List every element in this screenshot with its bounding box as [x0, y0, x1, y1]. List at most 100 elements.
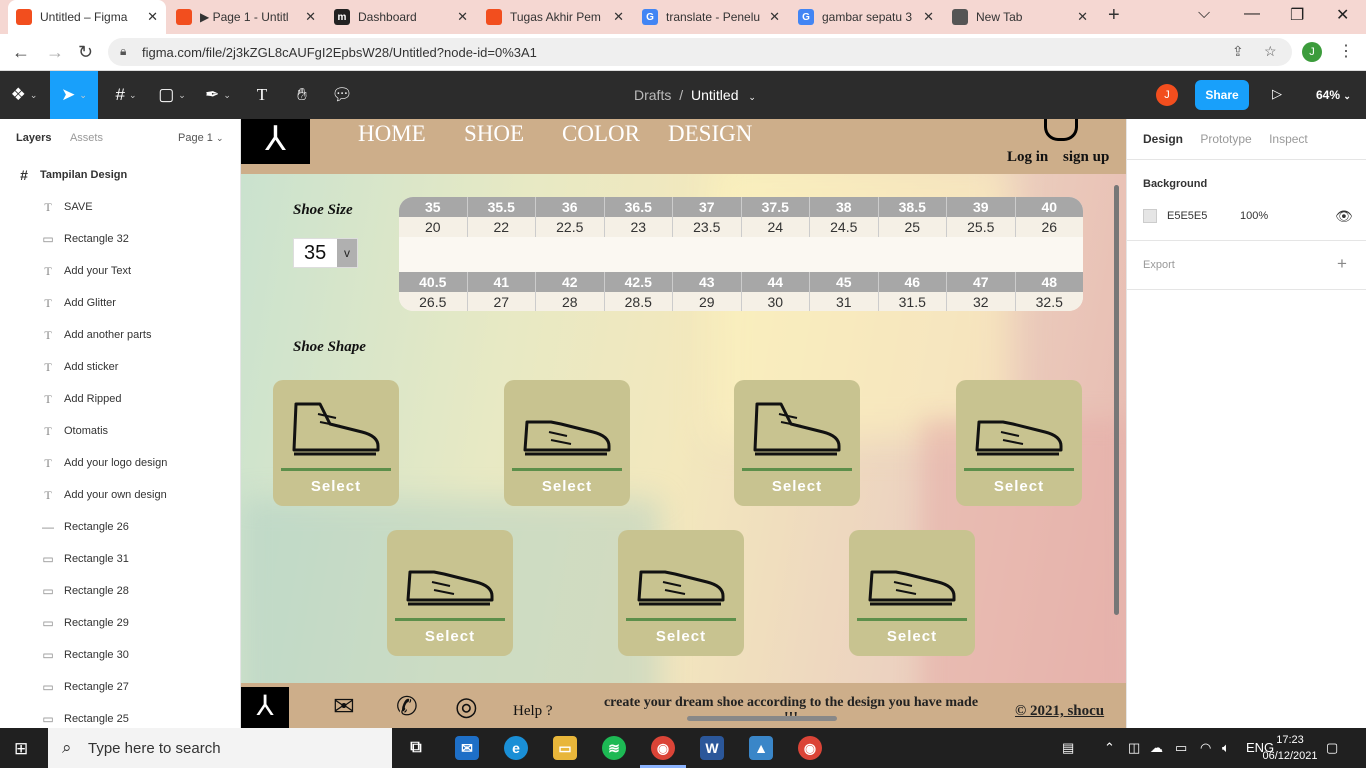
- select-button[interactable]: Select: [273, 478, 399, 495]
- shoe-shape-card[interactable]: Select: [273, 380, 399, 506]
- url-bar[interactable]: 🔒︎ figma.com/file/2j3kZGL8cAUFgI2EpbsW28…: [108, 38, 1292, 66]
- close-icon[interactable]: ✕: [613, 9, 624, 25]
- close-icon[interactable]: ✕: [305, 9, 316, 25]
- taskbar-search[interactable]: ⌕ Type here to search: [48, 728, 392, 768]
- browser-tab[interactable]: New Tab ✕: [944, 0, 1096, 34]
- layer-item[interactable]: ▭ Rectangle 29: [0, 607, 240, 639]
- breadcrumb-drafts[interactable]: Drafts: [634, 87, 671, 103]
- layer-item[interactable]: T Add Glitter: [0, 287, 240, 319]
- select-button[interactable]: Select: [504, 478, 630, 495]
- user-avatar[interactable]: J: [1156, 84, 1178, 106]
- select-button[interactable]: Select: [734, 478, 860, 495]
- close-icon[interactable]: ✕: [457, 9, 468, 25]
- browser-tab[interactable]: Untitled – Figma ✕: [8, 0, 166, 34]
- file-explorer-icon[interactable]: ▭: [553, 736, 577, 760]
- size-select[interactable]: 35 v: [293, 238, 358, 268]
- size-cell[interactable]: 42: [536, 272, 605, 292]
- spotify-icon[interactable]: ≋: [602, 736, 626, 760]
- size-cell[interactable]: 35.5: [468, 197, 536, 217]
- instagram-icon[interactable]: ◎: [455, 691, 478, 722]
- shoe-shape-card[interactable]: Select: [734, 380, 860, 506]
- layer-item[interactable]: ▭ Rectangle 27: [0, 671, 240, 703]
- size-cell[interactable]: 35: [399, 197, 468, 217]
- shoe-shape-card[interactable]: Select: [504, 380, 630, 506]
- size-cell[interactable]: 22: [468, 217, 536, 237]
- size-cell[interactable]: 36: [536, 197, 605, 217]
- dropdown-icon[interactable]: v: [337, 239, 357, 267]
- horizontal-scrollbar[interactable]: [687, 716, 837, 721]
- pen-tool-icon[interactable]: ✒ ⌄: [196, 71, 240, 119]
- task-view-icon[interactable]: ⧉: [404, 736, 428, 760]
- size-cell[interactable]: 32: [947, 292, 1016, 311]
- size-cell[interactable]: 30: [742, 292, 810, 311]
- layer-item[interactable]: T Add sticker: [0, 351, 240, 383]
- layer-item[interactable]: T Add Ripped: [0, 383, 240, 415]
- mail-icon[interactable]: ✉: [333, 691, 355, 722]
- size-cell[interactable]: 25: [879, 217, 947, 237]
- layer-item[interactable]: ▭ Rectangle 25: [0, 703, 240, 728]
- photos-icon[interactable]: ▲: [749, 736, 773, 760]
- size-cell[interactable]: 47: [947, 272, 1016, 292]
- browser-profile-avatar[interactable]: J: [1302, 42, 1322, 62]
- browser-tab[interactable]: Tugas Akhir Pem ✕: [478, 0, 632, 34]
- add-export-icon[interactable]: +: [1337, 254, 1347, 274]
- chevron-down-icon[interactable]: —: [1244, 5, 1260, 23]
- layer-item[interactable]: — Rectangle 26: [0, 511, 240, 543]
- layer-item[interactable]: ▭ Rectangle 32: [0, 223, 240, 255]
- size-cell[interactable]: 32.5: [1016, 292, 1084, 311]
- site-logo[interactable]: ⅄: [241, 119, 310, 164]
- size-cell[interactable]: 25.5: [947, 217, 1016, 237]
- size-cell[interactable]: 38: [810, 197, 879, 217]
- select-button[interactable]: Select: [849, 628, 975, 645]
- browser-tab[interactable]: m Dashboard ✕: [326, 0, 476, 34]
- notifications-icon[interactable]: ▢: [1326, 740, 1338, 756]
- browser-tab[interactable]: Ggambar sepatu 3 ✕: [790, 0, 942, 34]
- chevron-down-icon[interactable]: ⌄: [748, 92, 756, 102]
- close-icon[interactable]: ✕: [147, 9, 158, 25]
- chevron-up-icon[interactable]: ⌃: [1104, 740, 1115, 756]
- size-cell[interactable]: 42.5: [605, 272, 673, 292]
- webcam-icon[interactable]: ◫: [1128, 740, 1140, 756]
- layer-item[interactable]: T Add your logo design: [0, 447, 240, 479]
- edge-icon[interactable]: e: [504, 736, 528, 760]
- size-cell[interactable]: 40: [1016, 197, 1084, 217]
- size-cell[interactable]: 20: [399, 217, 468, 237]
- browser-tab[interactable]: Gtranslate - Penelu ✕: [634, 0, 788, 34]
- shopping-bag-icon[interactable]: [1044, 119, 1078, 141]
- shoe-shape-card[interactable]: Select: [849, 530, 975, 656]
- size-cell[interactable]: 48: [1016, 272, 1084, 292]
- size-cell[interactable]: 44: [742, 272, 810, 292]
- comment-tool-icon[interactable]: 💬︎: [326, 71, 358, 119]
- volume-icon[interactable]: 🔈︎: [1222, 740, 1230, 756]
- signup-link[interactable]: sign up: [1063, 149, 1109, 166]
- maximize-icon[interactable]: ❐: [1290, 5, 1304, 25]
- layer-item[interactable]: ▭ Rectangle 28: [0, 575, 240, 607]
- forward-icon[interactable]: →: [46, 42, 64, 63]
- size-cell[interactable]: 40.5: [399, 272, 468, 292]
- size-cell[interactable]: 28: [536, 292, 605, 311]
- close-icon[interactable]: ✕: [923, 9, 934, 25]
- select-button[interactable]: Select: [956, 478, 1082, 495]
- canvas-scrollbar[interactable]: [1114, 185, 1119, 615]
- size-cell[interactable]: 27: [468, 292, 536, 311]
- copyright-link[interactable]: © 2021, shocu: [1015, 703, 1104, 720]
- present-play-icon[interactable]: ▷: [1272, 86, 1282, 102]
- footer-logo[interactable]: ⅄: [241, 687, 289, 728]
- layer-item[interactable]: T Add your Text: [0, 255, 240, 287]
- size-cell[interactable]: 24.5: [810, 217, 879, 237]
- size-cell[interactable]: 26: [1016, 217, 1084, 237]
- mail-app-icon[interactable]: ✉: [455, 736, 479, 760]
- size-cell[interactable]: 41: [468, 272, 536, 292]
- windows-start-icon[interactable]: ⊞: [14, 739, 28, 759]
- shoe-shape-card[interactable]: Select: [618, 530, 744, 656]
- news-icon[interactable]: ▤: [1062, 740, 1074, 756]
- hand-tool-icon[interactable]: ✋︎: [286, 71, 318, 119]
- shoe-shape-card[interactable]: Select: [956, 380, 1082, 506]
- tab-assets[interactable]: Assets: [70, 132, 103, 144]
- back-icon[interactable]: ←: [12, 42, 30, 63]
- tab-inspect[interactable]: Inspect: [1269, 132, 1308, 146]
- close-window-icon[interactable]: ✕: [1336, 5, 1349, 25]
- browser-menu-icon[interactable]: ⋮: [1338, 41, 1354, 61]
- frame-tool-icon[interactable]: # ⌄: [104, 71, 148, 119]
- login-link[interactable]: Log in: [1007, 149, 1048, 166]
